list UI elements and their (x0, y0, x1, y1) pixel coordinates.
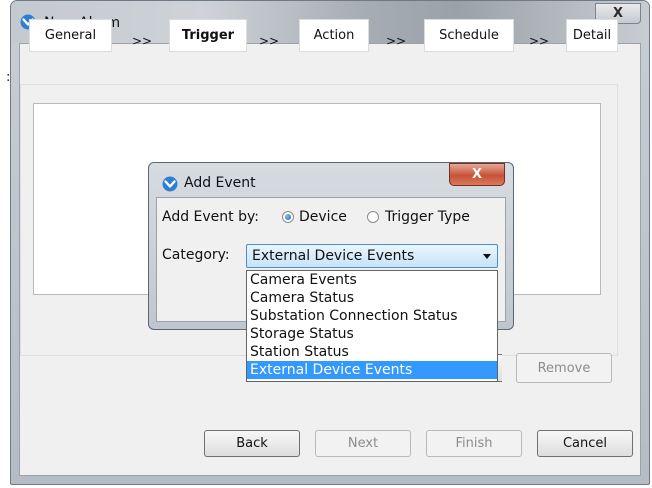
category-option-camera-events[interactable]: Camera Events (247, 271, 497, 289)
finish-button[interactable]: Finish (426, 430, 522, 457)
category-select-value: External Device Events (252, 248, 415, 264)
chevron-down-icon[interactable] (483, 254, 491, 259)
step-separator: >> (132, 34, 153, 48)
device-radio-label[interactable]: Device (299, 209, 347, 225)
dialog-title: Add Event (184, 175, 256, 191)
category-option-station-status[interactable]: Station Status (247, 343, 497, 361)
step-separator: >> (259, 34, 280, 48)
category-label: Category: (162, 247, 230, 263)
step-trigger[interactable]: Trigger (169, 19, 247, 52)
category-select[interactable]: External Device Events (246, 244, 498, 268)
category-option-external-device-events[interactable]: External Device Events (247, 361, 497, 379)
category-option-camera-status[interactable]: Camera Status (247, 289, 497, 307)
trigger-type-radio-label[interactable]: Trigger Type (385, 209, 470, 225)
back-button[interactable]: Back (204, 430, 300, 457)
step-action[interactable]: Action (299, 19, 369, 52)
step-detail[interactable]: Detail (566, 19, 618, 52)
step-general[interactable]: General (29, 19, 112, 52)
remove-button[interactable]: Remove (516, 353, 612, 383)
category-option-storage-status[interactable]: Storage Status (247, 325, 497, 343)
add-event-by-label: Add Event by: (162, 209, 259, 225)
step-schedule[interactable]: Schedule (424, 19, 514, 52)
step-separator: >> (529, 34, 550, 48)
next-button[interactable]: Next (315, 430, 411, 457)
step-separator: >> (386, 34, 407, 48)
category-option-substation-connection-status[interactable]: Substation Connection Status (247, 307, 497, 325)
category-dropdown-list: Camera Events Camera Status Substation C… (246, 270, 498, 382)
device-radio[interactable] (282, 211, 294, 223)
dialog-close-button[interactable]: X (449, 163, 505, 186)
radio-selected-dot (285, 214, 291, 220)
trigger-type-radio[interactable] (367, 211, 379, 223)
cancel-button[interactable]: Cancel (537, 430, 633, 457)
dialog-chevron-icon (162, 176, 178, 196)
